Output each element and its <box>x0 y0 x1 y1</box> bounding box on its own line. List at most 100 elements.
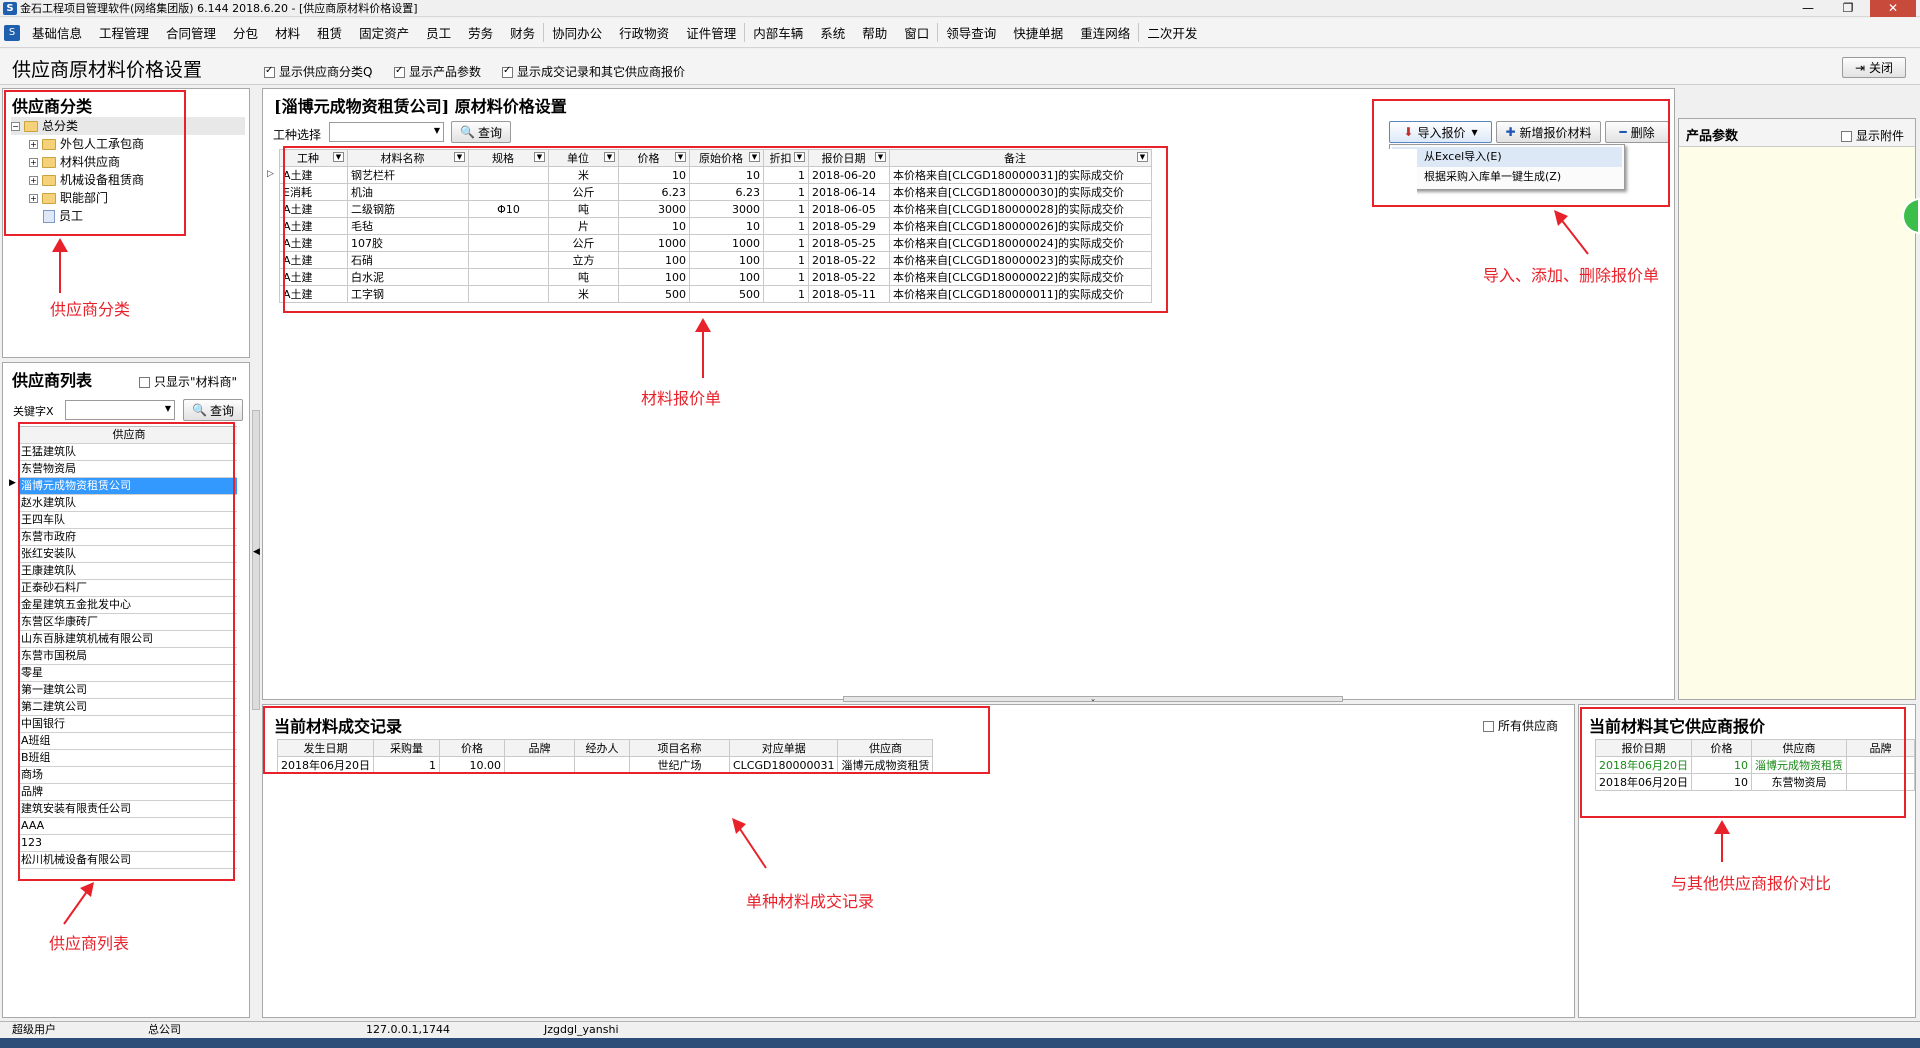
price-cell[interactable]: 公斤 <box>548 234 619 252</box>
price-cell[interactable]: 100 <box>618 251 690 269</box>
price-row[interactable]: A土建 石硝 立方 100 100 1 2018-05-22 本价格来自[CLCGD18000… <box>279 251 1152 269</box>
price-cell[interactable]: A土建 <box>279 268 348 286</box>
supplier-query-button[interactable]: 🔍 查询 <box>183 399 243 421</box>
keyword-input[interactable] <box>65 400 175 420</box>
price-cell[interactable]: 本价格来自[CLCGD180000023]的实际成交价 <box>889 251 1152 269</box>
price-cell[interactable]: A土建 <box>279 251 348 269</box>
menu-item-labor[interactable]: 劳务 <box>460 23 502 42</box>
menu-item-fixed-assets[interactable]: 固定资产 <box>351 23 418 42</box>
price-cell[interactable]: 机油 <box>347 183 469 201</box>
price-cell[interactable]: Φ10 <box>468 200 549 218</box>
price-cell[interactable]: 3000 <box>689 200 764 218</box>
delete-price-button[interactable]: ━ 删除 <box>1605 121 1669 143</box>
show-category-checkbox[interactable]: 显示供应商分类Q <box>264 63 372 80</box>
all-suppliers-checkbox[interactable]: 所有供应商 <box>1483 717 1558 734</box>
price-cell[interactable] <box>468 285 549 303</box>
menu-item-basic[interactable]: 基础信息 <box>24 23 91 42</box>
price-cell[interactable]: 米 <box>548 285 619 303</box>
tree-node-staff[interactable]: 员工 <box>11 207 245 225</box>
filter-dropdown-icon[interactable]: ▼ <box>794 152 805 162</box>
supplier-row[interactable]: 东营市政府 <box>19 529 237 546</box>
price-cell[interactable]: 1 <box>763 183 809 201</box>
price-cell[interactable]: 本价格来自[CLCGD180000024]的实际成交价 <box>889 234 1152 252</box>
supplier-row[interactable]: 品牌 <box>19 784 237 801</box>
transactions-column-header[interactable]: 项目名称 <box>629 739 730 757</box>
price-cell[interactable]: 1 <box>763 200 809 218</box>
price-cell[interactable]: 10 <box>618 166 690 184</box>
price-cell[interactable]: A土建 <box>279 217 348 235</box>
tree-node-material[interactable]: + 材料供应商 <box>11 153 245 171</box>
transactions-column-header[interactable]: 价格 <box>439 739 505 757</box>
transactions-column-header[interactable]: 品牌 <box>504 739 575 757</box>
restore-icon[interactable]: ❐ <box>1830 0 1866 17</box>
supplier-row[interactable]: 第二建筑公司 <box>19 699 237 716</box>
filter-dropdown-icon[interactable]: ▼ <box>875 152 886 162</box>
price-cell[interactable]: 吨 <box>548 200 619 218</box>
price-cell[interactable]: 本价格来自[CLCGD180000028]的实际成交价 <box>889 200 1152 218</box>
price-cell[interactable]: A土建 <box>279 234 348 252</box>
expand-icon[interactable]: + <box>29 175 38 185</box>
price-row[interactable]: A土建 钢艺栏杆米 10 10 1 2018-06-20 本价格来自[CLCGD180000… <box>279 166 1152 184</box>
price-cell[interactable]: 二级钢筋 <box>347 200 469 218</box>
menu-item-vehicles[interactable]: 内部车辆 <box>745 23 812 42</box>
price-cell[interactable]: 100 <box>689 251 764 269</box>
window-close-icon[interactable]: ✕ <box>1870 0 1916 17</box>
price-cell[interactable]: 2018-05-22 <box>808 251 890 269</box>
price-cell[interactable]: 1 <box>763 251 809 269</box>
menu-item-project[interactable]: 工程管理 <box>91 23 158 42</box>
other-suppliers-column-header[interactable]: 价格 <box>1691 739 1752 757</box>
price-column-header[interactable]: 折扣 ▼ <box>763 149 809 167</box>
price-column-header[interactable]: 备注 ▼ <box>889 149 1152 167</box>
price-cell[interactable]: 2018-05-29 <box>808 217 890 235</box>
tree-node-labor[interactable]: + 外包人工承包商 <box>11 135 245 153</box>
price-cell[interactable]: E消耗 <box>279 183 348 201</box>
filter-dropdown-icon[interactable]: ▼ <box>534 152 545 162</box>
supplier-row[interactable]: AAA <box>19 818 237 835</box>
price-cell[interactable]: 3000 <box>618 200 690 218</box>
price-cell[interactable]: 公斤 <box>548 183 619 201</box>
menu-item-certificates[interactable]: 证件管理 <box>678 23 746 42</box>
price-cell[interactable] <box>468 183 549 201</box>
price-cell[interactable]: 1000 <box>618 234 690 252</box>
filter-dropdown-icon[interactable]: ▼ <box>749 152 760 162</box>
transactions-column-header[interactable]: 发生日期 <box>277 739 374 757</box>
price-cell[interactable]: 本价格来自[CLCGD180000026]的实际成交价 <box>889 217 1152 235</box>
price-column-header[interactable]: 价格 ▼ <box>618 149 690 167</box>
supplier-row[interactable]: 商场 <box>19 767 237 784</box>
price-row[interactable]: E消耗 机油 公斤 6.23 6.23 1 2018-06-14 本价格来自[CLCGD180… <box>279 183 1152 201</box>
price-cell[interactable]: 6.23 <box>618 183 690 201</box>
tree-node-machinery[interactable]: + 机械设备租赁商 <box>11 171 245 189</box>
supplier-column-header[interactable]: 供应商 <box>19 427 237 444</box>
price-cell[interactable]: 2018-05-11 <box>808 285 890 303</box>
price-column-header[interactable]: 原始价格 ▼ <box>689 149 764 167</box>
filter-dropdown-icon[interactable]: ▼ <box>675 152 686 162</box>
price-cell[interactable]: 工字钢 <box>347 285 469 303</box>
price-cell[interactable] <box>468 166 549 184</box>
menu-item-material[interactable]: 材料 <box>267 23 309 42</box>
menu-item-staff[interactable]: 员工 <box>418 23 460 42</box>
trade-select[interactable] <box>329 122 444 142</box>
price-cell[interactable]: 1 <box>763 234 809 252</box>
price-cell[interactable] <box>468 251 549 269</box>
supplier-row[interactable]: 正泰砂石料厂 <box>19 580 237 597</box>
price-cell[interactable] <box>468 217 549 235</box>
price-cell[interactable]: A土建 <box>279 166 348 184</box>
price-cell[interactable]: A土建 <box>279 285 348 303</box>
price-cell[interactable]: 毛毡 <box>347 217 469 235</box>
price-cell[interactable]: 本价格来自[CLCGD180000022]的实际成交价 <box>889 268 1152 286</box>
menu-item-leader-query[interactable]: 领导查询 <box>938 23 1005 42</box>
supplier-row[interactable]: 东营市国税局 <box>19 648 237 665</box>
filter-dropdown-icon[interactable]: ▼ <box>1137 152 1148 162</box>
minimize-icon[interactable]: — <box>1790 0 1826 17</box>
other-supplier-row[interactable]: 2018年06月20日 10 东营物资局 <box>1595 773 1915 791</box>
price-cell[interactable]: 2018-06-05 <box>808 200 890 218</box>
price-column-header[interactable]: 规格 ▼ <box>468 149 549 167</box>
menu-item-system[interactable]: 系统 <box>812 23 854 42</box>
price-cell[interactable]: 1000 <box>689 234 764 252</box>
supplier-row[interactable]: 赵水建筑队 <box>19 495 237 512</box>
vertical-splitter[interactable] <box>252 410 260 710</box>
other-supplier-row[interactable]: 2018年06月20日 10 淄博元成物资租赁 <box>1595 756 1915 774</box>
price-cell[interactable]: A土建 <box>279 200 348 218</box>
price-cell[interactable]: 石硝 <box>347 251 469 269</box>
supplier-row[interactable]: 淄博元成物资租赁公司 <box>19 478 237 495</box>
